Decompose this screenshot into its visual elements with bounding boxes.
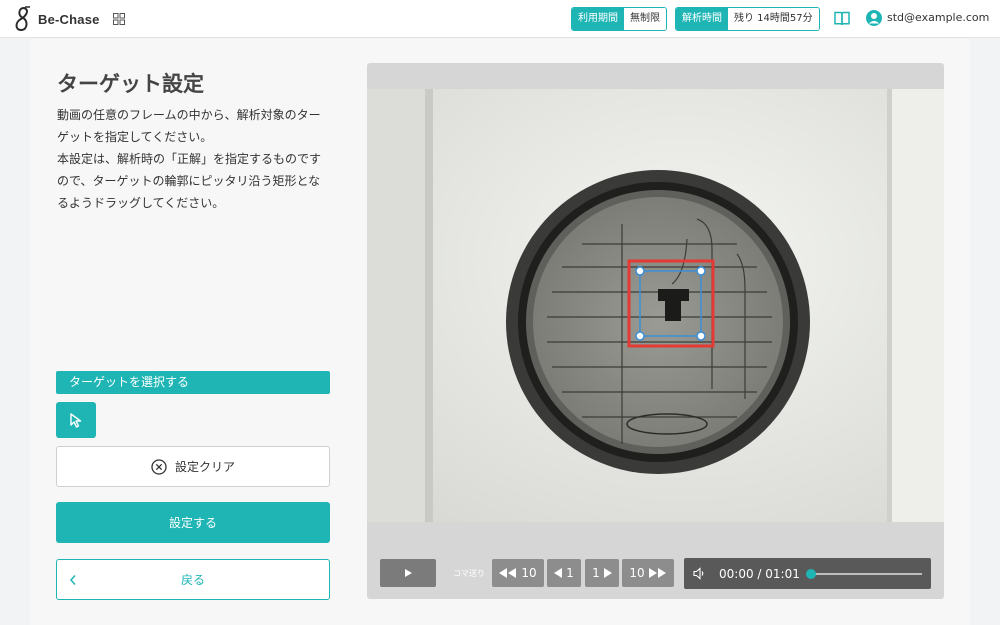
instructions: 動画の任意のフレームの中から、解析対象のターゲットを指定してください。 本設定は… [57,104,327,214]
usage-period-label: 利用期間 [572,8,624,30]
book-icon[interactable] [834,11,850,26]
video-player: コマ送り 10 1 1 10 00:00 / 01:01 [367,63,944,599]
select-target-header: ターゲットを選択する [56,371,330,394]
rewind-icon [499,568,517,578]
seek-thumb[interactable] [806,569,816,579]
play-icon [405,569,412,577]
playback-bar: 00:00 / 01:01 [684,558,931,589]
apply-settings-label: 設定する [168,516,217,530]
back-label: 戻る [180,573,205,587]
back-button[interactable]: 戻る [56,559,330,600]
usage-period-badge: 利用期間 無制限 [571,7,667,31]
playback-time: 00:00 / 01:01 [719,567,800,581]
forward-10-frames-button[interactable]: 10 [622,559,674,587]
clear-settings-button[interactable]: 設定クリア [56,446,330,487]
user-silhouette-icon [868,13,880,24]
step-forward-icon [603,568,612,578]
selection-handle-top-right[interactable] [696,266,706,276]
fast-forward-icon [648,568,666,578]
analysis-time-badge: 解析時間 残り 14時間57分 [675,7,820,31]
user-email[interactable]: std@example.com [887,11,989,24]
clear-settings-label: 設定クリア [174,460,235,474]
seek-bar[interactable] [810,573,922,575]
brand-logo[interactable]: Be-Chase [12,6,100,32]
forward-1-frame-button[interactable]: 1 [585,559,619,587]
selection-handle-top-left[interactable] [635,266,645,276]
forward-1-label: 1 [592,566,600,580]
selection-handle-bottom-right[interactable] [696,331,706,341]
select-target-tool-button[interactable] [56,402,96,438]
page-title: ターゲット設定 [57,72,204,96]
frame-step-label: コマ送り [453,569,485,578]
volume-icon[interactable] [693,567,706,580]
cursor-icon [70,413,82,428]
forward-10-label: 10 [629,566,645,580]
selection-handle-bottom-left[interactable] [635,331,645,341]
chevron-left-icon [69,575,76,585]
step-back-icon [554,568,563,578]
analysis-time-value: 残り 14時間57分 [728,8,819,30]
instruction-line-2: 本設定は、解析時の「正解」を指定するものですので、ターゲットの輪郭にピッタリ沿う… [57,152,322,210]
top-header: Be-Chase 利用期間 無制限 解析時間 残り 14時間57分 std@ex… [0,0,1000,38]
video-frame[interactable] [367,89,944,522]
user-icon[interactable] [866,10,882,26]
video-frame-image [367,89,944,522]
back-10-frames-button[interactable]: 10 [492,559,544,587]
analysis-time-label: 解析時間 [676,8,728,30]
play-button[interactable] [380,559,436,587]
clear-icon [151,458,167,475]
back-1-label: 1 [566,566,574,580]
logo-mark-icon [15,6,30,32]
apply-settings-button[interactable]: 設定する [56,502,330,543]
usage-period-value: 無制限 [624,8,666,30]
back-1-frame-button[interactable]: 1 [547,559,581,587]
grid-icon[interactable] [113,13,125,25]
brand-name: Be-Chase [38,11,100,27]
instruction-line-1: 動画の任意のフレームの中から、解析対象のターゲットを指定してください。 [57,108,321,144]
player-controls: コマ送り 10 1 1 10 00:00 / 01:01 [367,522,944,599]
back-10-label: 10 [521,566,537,580]
